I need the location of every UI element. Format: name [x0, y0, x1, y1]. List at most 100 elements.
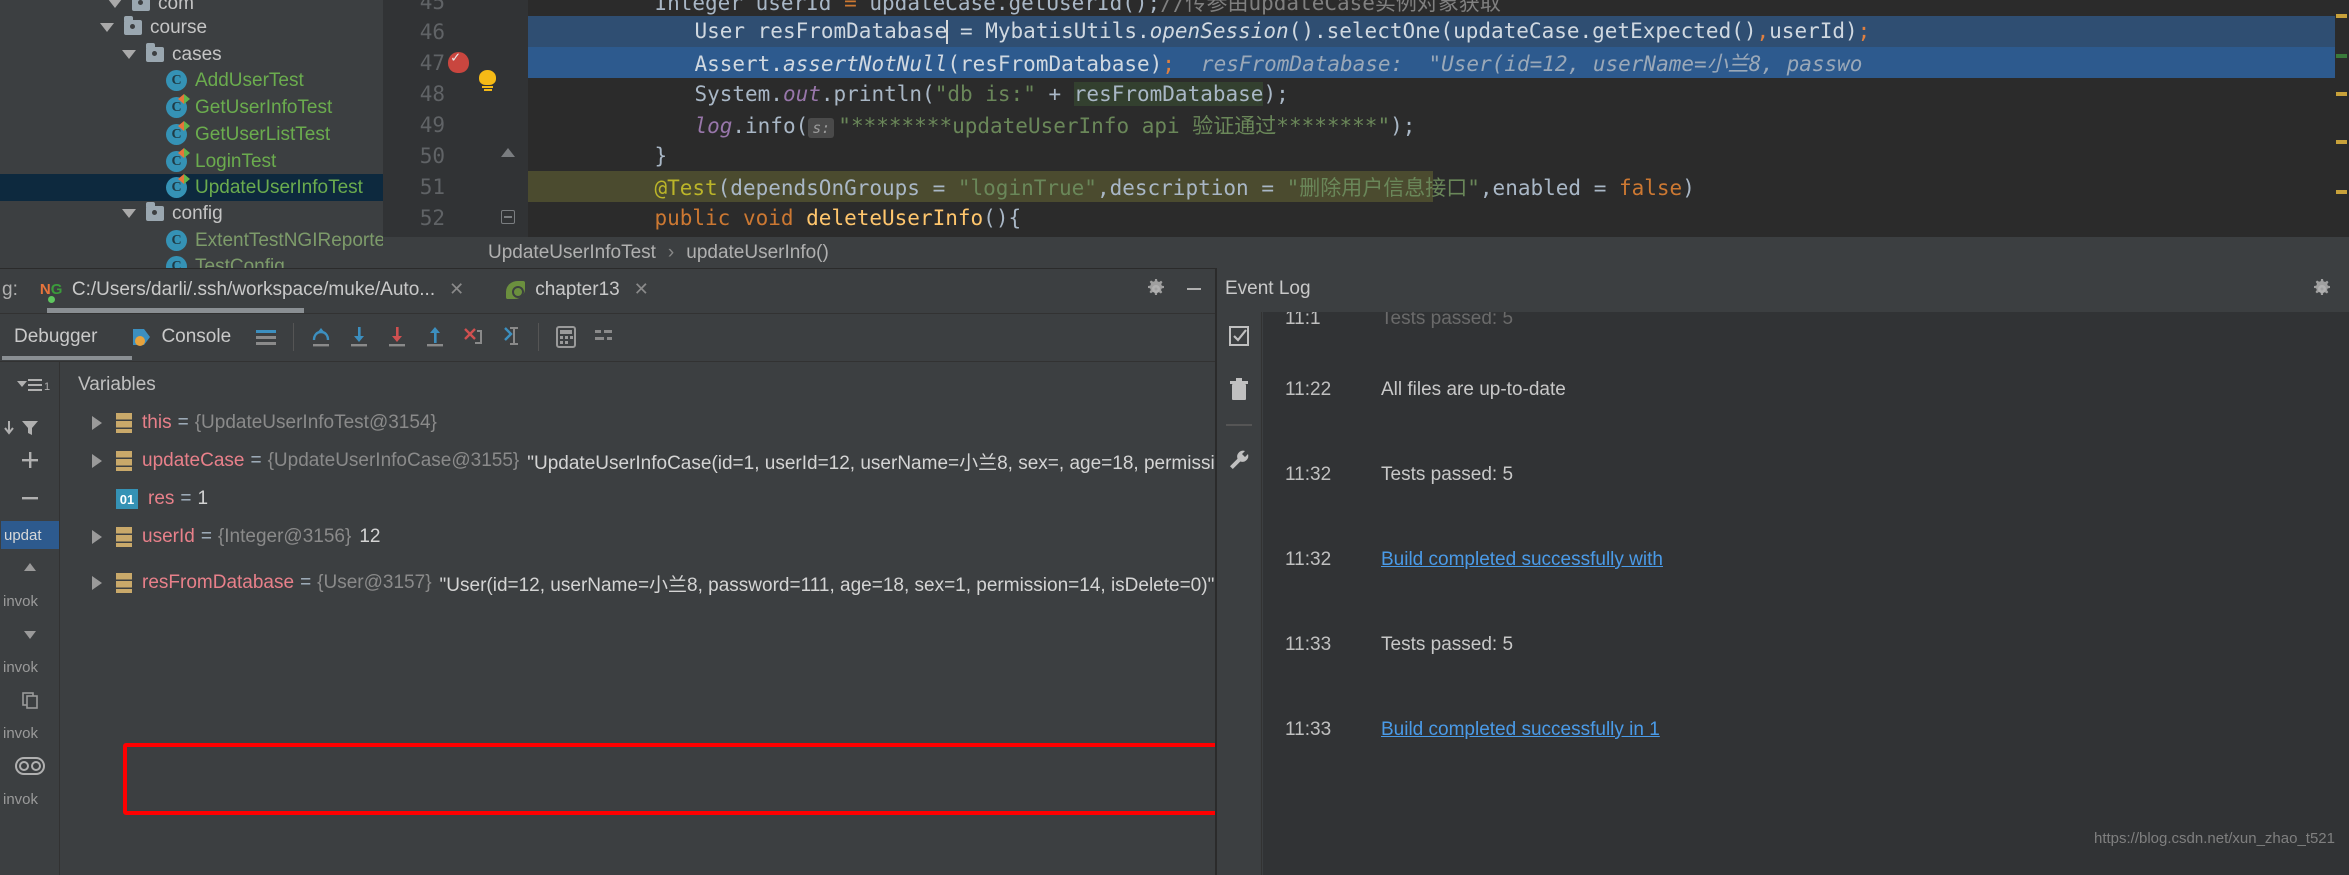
tree-item-TestConfig[interactable]: C TestConfig [0, 253, 383, 268]
expand-arrow-icon[interactable] [92, 454, 102, 468]
event-log-sidebar[interactable] [1217, 312, 1262, 875]
code-line-49[interactable]: 49 log.info(s: "********updateUserInfo ap… [383, 109, 2349, 140]
wrench-settings-icon[interactable] [1217, 430, 1261, 490]
code-editor[interactable]: 45 Integer userId = updateCase.getUserId… [383, 0, 2349, 268]
testng-icon: NG [40, 279, 66, 303]
variable-value: 12 [359, 526, 381, 547]
variable-row-this[interactable]: this = {UpdateUserInfoTest@3154} [60, 407, 1215, 439]
frame-up-icon[interactable] [10, 551, 50, 585]
frame-item[interactable]: invok [0, 653, 58, 681]
force-step-into-icon[interactable] [378, 318, 416, 356]
event-log-row[interactable]: 11:32 Build completed successfully with [1263, 545, 2349, 575]
marker-warning[interactable] [2336, 190, 2347, 194]
minimize-icon[interactable] [1175, 270, 1213, 308]
mark-all-read-icon[interactable] [1217, 312, 1261, 360]
step-out-icon[interactable] [416, 318, 454, 356]
java-class-icon: C [166, 256, 187, 268]
marker-change[interactable] [2336, 54, 2347, 58]
tab-console[interactable]: Console [131, 326, 231, 348]
breadcrumb-method[interactable]: updateUserInfo() [686, 242, 829, 264]
marker-warning[interactable] [2336, 140, 2347, 144]
tool-window-actions[interactable] [1093, 268, 1213, 310]
settings-gear-icon[interactable] [2303, 270, 2341, 308]
event-message-link[interactable]: Build completed successfully with [1381, 549, 1663, 571]
event-log-row[interactable]: 11:32 Tests passed: 5 [1263, 460, 2349, 490]
frame-down-icon[interactable] [10, 617, 50, 651]
expand-arrow-icon[interactable] [92, 576, 102, 590]
add-to-watches-icon[interactable] [10, 443, 50, 477]
chevron-down-icon[interactable] [122, 50, 136, 59]
evaluate-expression-icon[interactable] [547, 318, 585, 356]
remove-watch-icon[interactable] [10, 481, 50, 515]
event-message-link[interactable]: Build completed successfully in 1 [1381, 719, 1660, 741]
variable-row-res[interactable]: 01 res = 1 [60, 483, 1215, 515]
event-log-list[interactable]: 11:1 Tests passed: 5 11:22 All files are… [1263, 312, 2349, 875]
editor-marker-bar[interactable] [2335, 0, 2349, 237]
tree-item-course[interactable]: course [0, 14, 383, 41]
variable-row-resFromDatabase[interactable]: resFromDatabase = {User@3157} "User(id=1… [60, 567, 1215, 599]
java-test-class-icon: C [166, 94, 190, 118]
tab-debugger[interactable]: Debugger [14, 326, 97, 348]
chevron-down-icon[interactable] [108, 0, 122, 8]
frames-toggle-icon[interactable] [247, 318, 285, 356]
sidebar-separator [1226, 424, 1252, 426]
event-log-row[interactable]: 11:33 Build completed successfully in 1 [1263, 715, 2349, 745]
code-fold-icon[interactable] [501, 148, 515, 157]
frame-item[interactable]: invok [0, 587, 58, 615]
run-to-cursor-icon[interactable] [492, 318, 530, 356]
equals-sign: = [180, 488, 192, 509]
marker-warning[interactable] [2336, 14, 2347, 18]
event-log-row[interactable]: 11:22 All files are up-to-date [1263, 375, 2349, 405]
step-indicator-icon[interactable] [0, 418, 20, 438]
watch-glasses-icon[interactable] [10, 749, 50, 783]
test-status-gutter-icon[interactable] [448, 48, 469, 73]
event-log-row[interactable]: 11:1 Tests passed: 5 [1263, 312, 2349, 334]
event-log-title: Event Log [1225, 278, 1311, 299]
frame-item[interactable]: invok [0, 719, 58, 747]
delete-trash-icon[interactable] [1217, 360, 1261, 420]
variables-tree[interactable]: this = {UpdateUserInfoTest@3154} updateC… [60, 407, 1215, 875]
breadcrumb[interactable]: UpdateUserInfoTest › updateUserInfo() [383, 237, 2349, 268]
variable-name: userId [142, 526, 195, 547]
settings-gear-icon[interactable] [1137, 270, 1175, 308]
variable-row-updateCase[interactable]: updateCase = {UpdateUserInfoCase@3155} "… [60, 445, 1215, 477]
line-number: 46 [419, 19, 445, 44]
tree-item-LoginTest[interactable]: C LoginTest [0, 148, 383, 175]
filter-icon[interactable] [20, 418, 42, 438]
tree-item-cases[interactable]: cases [0, 41, 383, 68]
step-over-icon[interactable] [302, 318, 340, 356]
intention-bulb-icon[interactable] [479, 22, 496, 91]
active-debugger-tab-underline [2, 356, 132, 360]
top-area: com course cases C AddUserTest C GetUser… [0, 0, 2349, 268]
session-tab-testng[interactable]: NG C:/Users/darli/.ssh/workspace/muke/Au… [40, 279, 464, 303]
copy-stack-icon[interactable] [10, 683, 50, 717]
variables-title: Variables [78, 373, 156, 395]
tree-item-AddUserTest[interactable]: C AddUserTest [0, 67, 383, 94]
frame-item[interactable]: invok [0, 785, 58, 813]
frame-item-current[interactable]: updat [1, 521, 59, 549]
chevron-down-icon[interactable] [100, 23, 114, 32]
code-line-52[interactable]: 52 public void deleteUserInfo(){ [383, 202, 2349, 233]
tree-item-UpdateUserInfoTest[interactable]: C UpdateUserInfoTest [0, 174, 383, 201]
tree-item-GetUserInfoTest[interactable]: C GetUserInfoTest [0, 94, 383, 121]
close-icon[interactable]: ✕ [634, 279, 649, 300]
tree-item-GetUserListTest[interactable]: C GetUserListTest [0, 121, 383, 148]
event-message: Tests passed: 5 [1381, 464, 1514, 485]
frames-toolbar[interactable]: updat invok invok invok invok [0, 407, 60, 875]
session-tab-chapter13[interactable]: chapter13 ✕ [504, 279, 649, 301]
code-fold-icon[interactable] [501, 210, 515, 224]
event-log-row[interactable]: 11:33 Tests passed: 5 [1263, 630, 2349, 660]
mute-breakpoints-icon[interactable] [585, 318, 623, 356]
tree-item-ExtentTestNGIReporterL[interactable]: C ExtentTestNGIReporterL [0, 227, 383, 254]
close-icon[interactable]: ✕ [449, 279, 464, 300]
drop-frame-icon[interactable] [454, 318, 492, 356]
tree-item-config[interactable]: config [0, 200, 383, 227]
variable-row-userId[interactable]: userId = {Integer@3156} 12 [60, 521, 1215, 553]
step-into-icon[interactable] [340, 318, 378, 356]
expand-arrow-icon[interactable] [92, 416, 102, 430]
expand-arrow-icon[interactable] [92, 530, 102, 544]
breadcrumb-class[interactable]: UpdateUserInfoTest [488, 242, 656, 264]
project-tree[interactable]: com course cases C AddUserTest C GetUser… [0, 0, 383, 268]
chevron-down-icon[interactable] [122, 209, 136, 218]
marker-warning[interactable] [2336, 92, 2347, 96]
